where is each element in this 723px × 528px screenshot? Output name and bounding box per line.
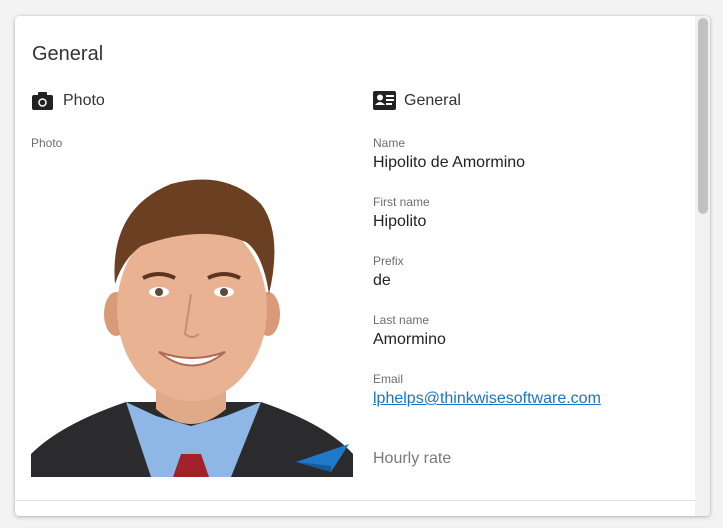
general-section-header: General bbox=[373, 91, 461, 110]
email-link[interactable]: lphelps@thinkwisesoftware.com bbox=[373, 390, 601, 408]
divider bbox=[15, 500, 695, 501]
prefix-label: Prefix bbox=[373, 254, 404, 268]
name-value[interactable]: Hipolito de Amormino bbox=[373, 154, 525, 172]
contact-card-icon bbox=[373, 91, 396, 110]
general-section-title: General bbox=[404, 91, 461, 109]
photo-field-label: Photo bbox=[31, 136, 63, 150]
profile-photo[interactable] bbox=[31, 154, 353, 477]
hourly-rate-label: Hourly rate bbox=[373, 450, 452, 467]
vertical-scrollbar[interactable] bbox=[695, 16, 710, 516]
first-name-value[interactable]: Hipolito bbox=[373, 213, 426, 231]
photo-section-title: Photo bbox=[63, 91, 105, 109]
last-name-value[interactable]: Amormino bbox=[373, 331, 446, 349]
photo-section-header: Photo bbox=[32, 91, 105, 110]
prefix-value[interactable]: de bbox=[373, 272, 391, 290]
camera-icon bbox=[32, 91, 53, 110]
last-name-label: Last name bbox=[373, 313, 430, 327]
card-title: General bbox=[32, 43, 104, 65]
scrollbar-thumb[interactable] bbox=[698, 18, 708, 214]
name-label: Name bbox=[373, 136, 406, 150]
general-card: General Photo Photo General Name Hipolit… bbox=[15, 16, 710, 516]
email-label: Email bbox=[373, 372, 404, 386]
first-name-label: First name bbox=[373, 195, 430, 209]
